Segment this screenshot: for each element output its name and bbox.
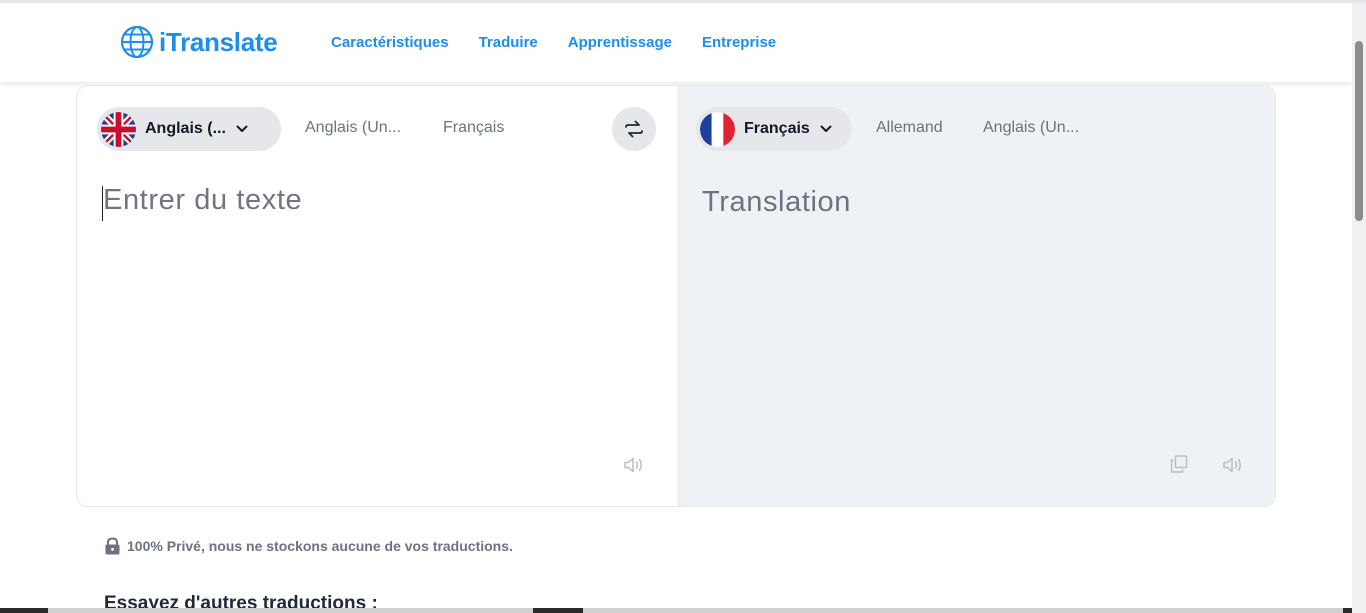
target-pane: Français Allemand Anglais (Un... Transla… (677, 86, 1275, 506)
speaker-icon (624, 457, 642, 473)
uk-flag-icon (101, 111, 136, 147)
translation-output: Translation (702, 186, 851, 218)
logo[interactable]: iTranslate (120, 25, 278, 59)
target-speak-button[interactable] (1221, 453, 1245, 477)
logo-text: iTranslate (159, 26, 278, 57)
target-quick-language-german[interactable]: Allemand (876, 119, 943, 137)
chevron-down-icon (820, 125, 832, 132)
france-flag-icon (700, 111, 735, 147)
target-language-label: Français (744, 120, 810, 137)
nav-link-translate[interactable]: Traduire (479, 34, 538, 51)
target-language-select[interactable]: Français (696, 107, 852, 151)
source-pane: Anglais (... Anglais (Un... Français (77, 86, 677, 506)
source-quick-language-english-us[interactable]: Anglais (Un... (305, 119, 401, 137)
source-quick-language-french[interactable]: Français (443, 119, 504, 137)
main-nav: Caractéristiques Traduire Apprentissage … (331, 34, 806, 51)
nav-link-features[interactable]: Caractéristiques (331, 34, 449, 51)
chevron-down-icon (236, 125, 248, 132)
lock-icon (105, 537, 120, 555)
globe-icon (120, 25, 154, 59)
site-header: iTranslate Caractéristiques Traduire App… (0, 3, 1352, 83)
speaker-icon (1223, 457, 1241, 473)
source-language-label: Anglais (... (145, 120, 226, 137)
scrollbar-thumb[interactable] (1355, 41, 1363, 221)
taskbar-segment (583, 608, 1343, 613)
swap-icon (625, 120, 643, 138)
taskbar-strip (0, 608, 1352, 613)
copy-button[interactable] (1167, 452, 1191, 476)
swap-languages-button[interactable] (612, 107, 656, 151)
nav-link-business[interactable]: Entreprise (702, 34, 776, 51)
text-cursor (102, 186, 103, 221)
source-speak-button[interactable] (622, 453, 646, 477)
privacy-notice: 100% Privé, nous ne stockons aucune de v… (104, 537, 513, 555)
nav-link-learning[interactable]: Apprentissage (568, 34, 672, 51)
source-text-input[interactable] (103, 184, 651, 434)
translator-card: Anglais (... Anglais (Un... Français Ent… (76, 85, 1276, 507)
page-scrollbar[interactable] (1352, 3, 1366, 613)
taskbar-segment (48, 608, 533, 613)
privacy-text: 100% Privé, nous ne stockons aucune de v… (127, 538, 513, 554)
source-language-select[interactable]: Anglais (... (97, 107, 281, 151)
copy-icon (1170, 455, 1188, 473)
target-quick-language-english-us[interactable]: Anglais (Un... (983, 119, 1079, 137)
